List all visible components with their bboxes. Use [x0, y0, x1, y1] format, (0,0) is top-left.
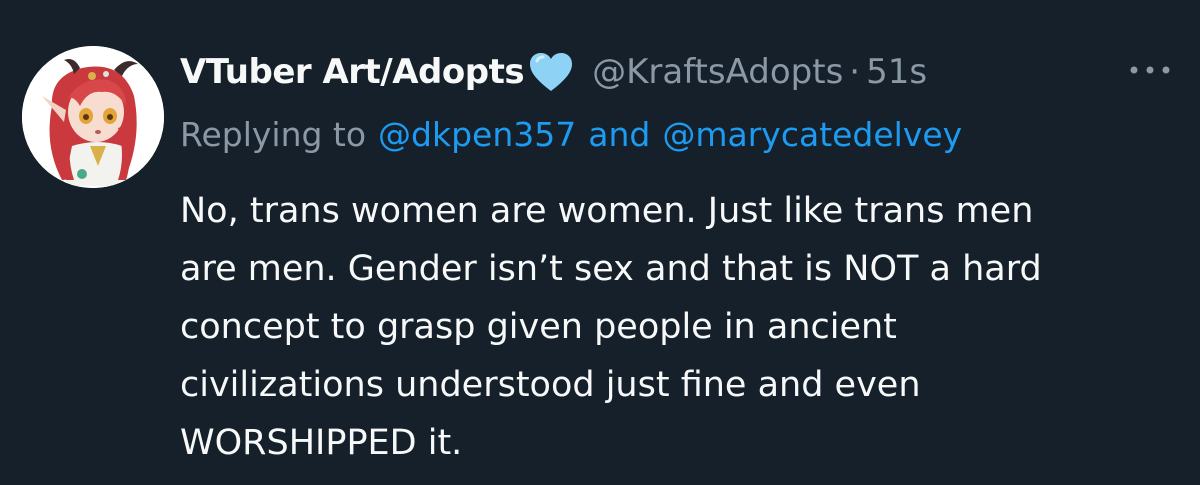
- tweet-text-line: No, trans women are women. Just like tra…: [180, 191, 1034, 231]
- replying-to: Replying to @dkpen357 and @marycatedelve…: [180, 106, 962, 162]
- mention-link[interactable]: @dkpen357: [378, 115, 576, 154]
- tweet-text-line: WORSHIPPED it.: [180, 423, 463, 463]
- display-name[interactable]: VTuber Art/Adopts: [180, 52, 525, 92]
- light-blue-heart-icon: [528, 51, 574, 93]
- handle[interactable]: @KraftsAdopts: [592, 52, 843, 92]
- replying-conjunction: and: [588, 114, 651, 154]
- avatar[interactable]: [22, 46, 164, 188]
- tweet-text: No, trans women are women. Just like tra…: [180, 182, 1170, 472]
- tweet-text-line: civilizations understood just fine and e…: [180, 365, 921, 405]
- tweet-text-line: are men. Gender isn’t sex and that is NO…: [180, 249, 1042, 289]
- replying-to-label: Replying to: [180, 114, 367, 154]
- timestamp[interactable]: 51s: [866, 52, 927, 92]
- tweet-header: VTuber Art/Adopts @KraftsAdopts · 51s: [180, 44, 927, 100]
- avatar-illustration: [22, 46, 164, 188]
- more-horizontal-icon[interactable]: [1126, 60, 1174, 80]
- separator-dot: ·: [849, 52, 861, 92]
- tweet-text-line: concept to grasp given people in ancient: [180, 307, 897, 347]
- mention-link[interactable]: @marycatedelvey: [662, 115, 962, 154]
- tweet-card[interactable]: VTuber Art/Adopts @KraftsAdopts · 51s Re…: [0, 0, 1200, 485]
